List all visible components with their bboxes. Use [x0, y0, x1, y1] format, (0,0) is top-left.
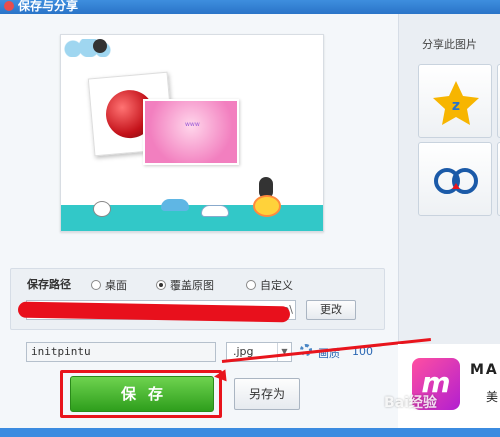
change-path-button[interactable]: 更改 — [306, 300, 356, 320]
cow-decoration — [93, 201, 111, 217]
watermark: Bai经验 — [384, 395, 437, 411]
radio-overwrite-label: 覆盖原图 — [170, 279, 214, 292]
window-title: 保存与分享 — [18, 0, 79, 13]
svg-text:z: z — [452, 98, 460, 114]
title-bar: 保存与分享 — [0, 0, 500, 14]
renren-share-button[interactable] — [418, 142, 492, 216]
pink-photo: www — [143, 99, 239, 165]
ad-sub-text: 美 — [486, 390, 499, 404]
radio-dot — [91, 280, 101, 290]
app-icon — [4, 1, 14, 11]
radio-desktop-label: 桌面 — [105, 279, 127, 292]
radio-dot-selected — [156, 280, 166, 290]
radio-custom[interactable]: 自定义 — [246, 277, 293, 293]
save-as-button[interactable]: 另存为 — [234, 378, 300, 410]
bottom-bar — [0, 428, 500, 437]
radio-desktop[interactable]: 桌面 — [91, 277, 127, 293]
qzone-icon: z — [433, 81, 479, 125]
save-path-label: 保存路径 — [27, 278, 71, 291]
filename-field[interactable]: initpintu — [26, 342, 216, 362]
share-title: 分享此图片 — [422, 38, 477, 51]
critter-decoration — [93, 39, 107, 53]
radio-dot — [246, 280, 256, 290]
duck-float-decoration — [253, 195, 281, 217]
watermark-url: jingyan.baidu.com — [404, 412, 488, 422]
radio-overwrite[interactable]: 覆盖原图 — [156, 277, 214, 293]
qzone-share-button[interactable]: z — [418, 64, 492, 138]
image-preview: www — [60, 34, 324, 232]
annotation-arrow-head — [213, 369, 227, 383]
save-button[interactable]: 保存 — [70, 376, 214, 412]
ad-brand-text: MAI — [470, 362, 500, 378]
renren-icon — [434, 168, 478, 194]
pink-photo-text: www — [185, 121, 200, 128]
radio-custom-label: 自定义 — [260, 279, 293, 292]
dolphin-decoration — [161, 199, 189, 211]
dolphin-decoration — [201, 205, 229, 217]
